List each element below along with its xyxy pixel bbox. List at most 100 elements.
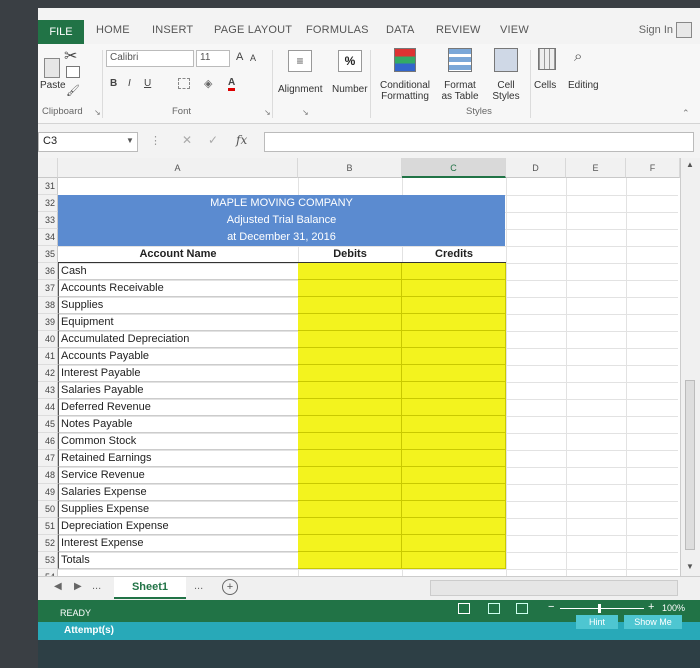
credit-input-cell[interactable]: [402, 450, 506, 467]
italic-button[interactable]: I: [128, 78, 131, 89]
column-header-c[interactable]: C: [402, 158, 506, 178]
row-header[interactable]: 42: [38, 365, 58, 382]
cells-button[interactable]: Cells: [534, 80, 556, 91]
debit-input-cell[interactable]: [298, 467, 402, 484]
chevron-down-icon[interactable]: ▼: [126, 136, 134, 145]
account-name-cell[interactable]: Supplies Expense: [58, 501, 298, 518]
column-header-e[interactable]: E: [566, 158, 626, 178]
show-me-button[interactable]: Show Me: [624, 615, 682, 629]
credit-input-cell[interactable]: [402, 433, 506, 450]
binoculars-icon[interactable]: ⌕: [574, 48, 582, 65]
account-name-cell[interactable]: Supplies: [58, 297, 298, 314]
fill-color-icon[interactable]: ◈: [204, 77, 212, 90]
cancel-edit-button[interactable]: ✕: [182, 133, 192, 147]
credit-input-cell[interactable]: [402, 314, 506, 331]
font-launcher-icon[interactable]: ↘: [264, 108, 271, 117]
number-button[interactable]: Number: [332, 84, 368, 95]
scroll-up-icon[interactable]: ▲: [686, 160, 694, 169]
row-header[interactable]: 50: [38, 501, 58, 518]
debit-input-cell[interactable]: [298, 263, 402, 280]
row-header[interactable]: 33: [38, 212, 58, 229]
tab-data[interactable]: DATA: [386, 24, 415, 36]
row-header[interactable]: 34: [38, 229, 58, 246]
account-name-cell[interactable]: Totals: [58, 552, 298, 569]
row-header[interactable]: 41: [38, 348, 58, 365]
row-header[interactable]: 37: [38, 280, 58, 297]
collapse-ribbon-icon[interactable]: ⌃: [682, 108, 690, 119]
paste-button[interactable]: Paste: [40, 80, 66, 91]
vertical-scrollbar[interactable]: ▲ ▼: [680, 158, 700, 576]
account-name-cell[interactable]: Notes Payable: [58, 416, 298, 433]
column-header-f[interactable]: F: [626, 158, 680, 178]
shrink-font-button[interactable]: A: [250, 53, 256, 63]
credit-input-cell[interactable]: [402, 416, 506, 433]
next-sheet-icon[interactable]: ▶: [74, 581, 82, 592]
tab-home[interactable]: HOME: [96, 24, 130, 36]
credit-input-cell[interactable]: [402, 382, 506, 399]
account-name-cell[interactable]: Salaries Expense: [58, 484, 298, 501]
row-header[interactable]: 45: [38, 416, 58, 433]
row-header[interactable]: 31: [38, 178, 58, 195]
credit-input-cell[interactable]: [402, 467, 506, 484]
debit-input-cell[interactable]: [298, 450, 402, 467]
sheet-tab-sheet1[interactable]: Sheet1: [114, 577, 186, 599]
font-color-button[interactable]: A: [228, 77, 236, 91]
zoom-level[interactable]: 100%: [662, 603, 685, 613]
account-name-cell[interactable]: Service Revenue: [58, 467, 298, 484]
credit-input-cell[interactable]: [402, 535, 506, 552]
row-header[interactable]: 51: [38, 518, 58, 535]
tab-formulas[interactable]: FORMULAS: [306, 24, 369, 36]
credit-input-cell[interactable]: [402, 280, 506, 297]
debit-input-cell[interactable]: [298, 331, 402, 348]
tab-view[interactable]: VIEW: [500, 24, 529, 36]
credit-input-cell[interactable]: [402, 501, 506, 518]
number-format-icon[interactable]: %: [338, 50, 362, 72]
column-header-a[interactable]: A: [58, 158, 298, 178]
row-header[interactable]: 48: [38, 467, 58, 484]
account-name-cell[interactable]: Common Stock: [58, 433, 298, 450]
page-layout-view-icon[interactable]: [488, 603, 500, 614]
scroll-down-icon[interactable]: ▼: [686, 562, 694, 571]
account-name-cell[interactable]: Depreciation Expense: [58, 518, 298, 535]
tab-page-layout[interactable]: PAGE LAYOUT: [214, 24, 292, 36]
font-name-select[interactable]: Calibri: [106, 50, 194, 67]
account-name-cell[interactable]: Interest Payable: [58, 365, 298, 382]
font-size-select[interactable]: 11: [196, 50, 230, 67]
account-name-cell[interactable]: Accounts Payable: [58, 348, 298, 365]
row-header[interactable]: 53: [38, 552, 58, 569]
debit-input-cell[interactable]: [298, 535, 402, 552]
zoom-out-icon[interactable]: −: [548, 601, 554, 613]
clipboard-launcher-icon[interactable]: ↘: [94, 108, 101, 117]
column-header-d[interactable]: D: [506, 158, 566, 178]
tab-insert[interactable]: INSERT: [152, 24, 193, 36]
debit-input-cell[interactable]: [298, 314, 402, 331]
debit-input-cell[interactable]: [298, 348, 402, 365]
account-name-cell[interactable]: Equipment: [58, 314, 298, 331]
row-header[interactable]: 35: [38, 246, 58, 263]
debit-input-cell[interactable]: [298, 399, 402, 416]
conditional-formatting-button[interactable]: Conditional Formatting: [376, 80, 434, 102]
row-header[interactable]: 49: [38, 484, 58, 501]
spreadsheet-grid[interactable]: A B C D E F 31 32 33 34 35 36 37 38 39 40 41 42 43 44…: [38, 158, 700, 587]
bold-button[interactable]: B: [110, 78, 117, 89]
copy-icon[interactable]: [66, 66, 80, 78]
debit-input-cell[interactable]: [298, 365, 402, 382]
row-header[interactable]: 39: [38, 314, 58, 331]
debit-input-cell[interactable]: [298, 297, 402, 314]
account-name-cell[interactable]: Cash: [58, 263, 298, 280]
credit-input-cell[interactable]: [402, 518, 506, 535]
account-name-cell[interactable]: Salaries Payable: [58, 382, 298, 399]
formula-input[interactable]: [264, 132, 694, 152]
underline-button[interactable]: U: [144, 78, 151, 89]
tab-review[interactable]: REVIEW: [436, 24, 481, 36]
tab-file[interactable]: FILE: [38, 20, 84, 44]
normal-view-icon[interactable]: [458, 603, 470, 614]
column-header-b[interactable]: B: [298, 158, 402, 178]
borders-icon[interactable]: [178, 78, 190, 89]
zoom-in-icon[interactable]: +: [648, 601, 654, 613]
row-header[interactable]: 47: [38, 450, 58, 467]
debit-input-cell[interactable]: [298, 552, 402, 569]
cells-icon[interactable]: [538, 48, 556, 70]
sheets-more-left[interactable]: ...: [92, 580, 101, 592]
row-header[interactable]: 40: [38, 331, 58, 348]
